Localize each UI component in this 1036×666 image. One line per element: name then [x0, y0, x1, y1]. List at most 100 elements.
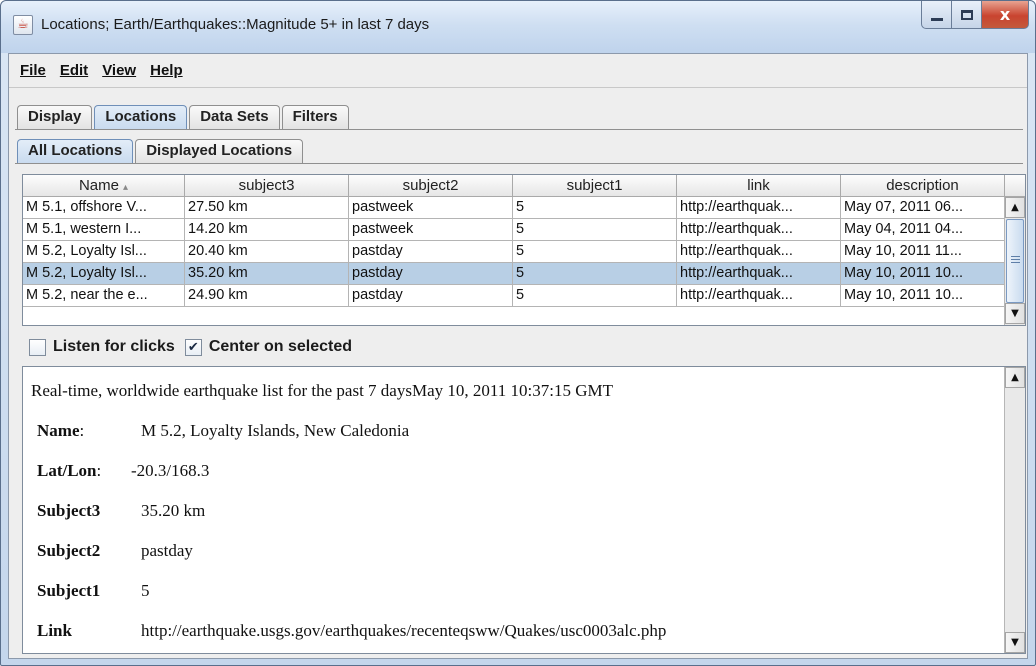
detail-field-subject2: Subject2 pastday [37, 541, 193, 561]
column-header-link[interactable]: link [677, 175, 841, 197]
field-label: Lat/Lon [37, 461, 97, 480]
field-separator: : [79, 421, 85, 440]
location-detail-panel[interactable]: Real-time, worldwide earthquake list for… [22, 366, 1026, 654]
scroll-down-icon: ▼ [1011, 308, 1019, 319]
table-cell-description: May 07, 2011 06... [841, 197, 1005, 219]
grip-line [1011, 259, 1020, 260]
table-cell-subject2: pastweek [349, 219, 513, 241]
column-header-subject3[interactable]: subject3 [185, 175, 349, 197]
table-cell-name: M 5.1, offshore V... [23, 197, 185, 219]
listen-for-clicks-checkbox[interactable]: Listen for clicks [29, 338, 175, 356]
menu-label: File [20, 62, 46, 79]
table-cell-name: M 5.2, Loyalty Isl... [23, 263, 185, 285]
table-cell-subject1: 5 [513, 219, 677, 241]
menu-label: Edit [59, 62, 89, 79]
tab-displayed-locations[interactable]: Displayed Locations [135, 139, 304, 163]
table-scrollbar[interactable]: ▲ ▼ [1004, 197, 1025, 325]
column-header-name[interactable]: Name ▴ [23, 175, 185, 197]
table-row[interactable]: M 5.2, Loyalty Isl... 35.20 km pastday 5 htt… [23, 263, 1005, 285]
table-cell-description: May 10, 2011 10... [841, 285, 1005, 307]
window-title: Locations; Earth/Earthquakes::Magnitude … [41, 16, 430, 33]
scroll-down-button[interactable]: ▼ [1005, 632, 1025, 653]
field-label: Link [37, 621, 72, 640]
field-value: pastday [141, 541, 193, 560]
sub-tab-bar: All Locations Displayed Locations [17, 139, 305, 163]
maximize-button[interactable] [951, 1, 981, 29]
java-app-icon[interactable]: ☕ [13, 15, 33, 35]
column-header-subject1[interactable]: subject1 [513, 175, 677, 197]
table-cell-subject3: 20.40 km [185, 241, 349, 263]
scroll-thumb[interactable] [1006, 219, 1024, 303]
tab-display[interactable]: Display [17, 105, 93, 129]
table-row[interactable]: M 5.2, Loyalty Isl... 20.40 km pastday 5 htt… [23, 241, 1005, 263]
column-header-subject2[interactable]: subject2 [349, 175, 513, 197]
close-button[interactable]: x [981, 1, 1029, 29]
table-cell-subject1: 5 [513, 285, 677, 307]
field-value: -20.3/168.3 [131, 461, 210, 480]
column-header-label: subject3 [238, 177, 295, 194]
application-window: ☕ Locations; Earth/Earthquakes::Magnitud… [0, 0, 1036, 666]
scroll-down-icon: ▼ [1011, 637, 1019, 648]
client-area: File Edit View Help Display Locations Data… [8, 53, 1028, 659]
tab-data-sets[interactable]: Data Sets [189, 105, 280, 129]
table-row[interactable]: M 5.1, offshore V... 27.50 km pastweek 5 htt… [23, 197, 1005, 219]
table-cell-name: M 5.1, western I... [23, 219, 185, 241]
title-bar[interactable]: ☕ Locations; Earth/Earthquakes::Magnitud… [1, 1, 1035, 53]
maximize-icon [960, 9, 973, 20]
menu-help[interactable]: Help [143, 62, 190, 79]
field-value: M 5.2, Loyalty Islands, New Caledonia [141, 421, 410, 440]
tab-filters[interactable]: Filters [281, 105, 349, 129]
table-cell-subject1: 5 [513, 263, 677, 285]
detail-content: Real-time, worldwide earthquake list for… [23, 367, 1003, 653]
detail-headline: Real-time, worldwide earthquake list for… [31, 381, 613, 400]
sort-ascending-icon: ▴ [122, 182, 129, 193]
checkbox-label: Center on selected [208, 338, 352, 355]
table-cell-subject3: 14.20 km [185, 219, 349, 241]
detail-field-lat-lon: Lat/Lon: -20.3/168.3 [37, 461, 209, 481]
menu-edit[interactable]: Edit [53, 62, 95, 79]
checkbox-label: Listen for clicks [53, 338, 175, 355]
menu-view[interactable]: View [95, 62, 143, 79]
column-header-label: Name [78, 177, 119, 194]
menu-bar: File Edit View Help [9, 54, 1027, 88]
window-controls: x [921, 1, 1029, 29]
center-on-selected-checkbox[interactable]: ✔ Center on selected [184, 338, 352, 356]
column-header-label: subject1 [566, 177, 623, 194]
tab-divider [15, 129, 1023, 130]
menu-file[interactable]: File [13, 62, 53, 79]
grip-line [1011, 256, 1020, 257]
minimize-button[interactable] [921, 1, 951, 29]
field-label: Subject2 [37, 541, 101, 560]
table-cell-subject2: pastday [349, 285, 513, 307]
scroll-up-icon: ▲ [1011, 372, 1019, 383]
table-cell-link: http://earthquak... [677, 219, 841, 241]
field-label: Subject3 [37, 501, 101, 520]
table-cell-subject3: 24.90 km [185, 285, 349, 307]
table-cell-subject2: pastweek [349, 197, 513, 219]
scroll-up-icon: ▲ [1011, 202, 1019, 213]
table-cell-subject2: pastday [349, 241, 513, 263]
table-header: Name ▴ subject3 subject2 subject1 link descrip… [23, 175, 1005, 197]
tab-locations[interactable]: Locations [94, 105, 188, 129]
field-label: Name [37, 421, 80, 440]
table-cell-description: May 04, 2011 04... [841, 219, 1005, 241]
locations-table[interactable]: Name ▴ subject3 subject2 subject1 link descrip… [22, 174, 1026, 326]
table-cell-name: M 5.2, near the e... [23, 285, 185, 307]
table-row[interactable]: M 5.2, near the e... 24.90 km pastday 5 http… [23, 285, 1005, 307]
table-row[interactable]: M 5.1, western I... 14.20 km pastweek 5 http… [23, 219, 1005, 241]
column-header-description[interactable]: description [841, 175, 1005, 197]
detail-field-link: Link http://earthquake.usgs.gov/earthquak… [37, 621, 666, 641]
menu-label: Help [150, 62, 183, 79]
scroll-up-button[interactable]: ▲ [1005, 197, 1025, 218]
table-cell-subject1: 5 [513, 241, 677, 263]
table-cell-link: http://earthquak... [677, 241, 841, 263]
scroll-up-button[interactable]: ▲ [1005, 367, 1025, 388]
table-cell-description: May 10, 2011 10... [841, 263, 1005, 285]
checkbox-box[interactable] [29, 338, 46, 356]
table-cell-name: M 5.2, Loyalty Isl... [23, 241, 185, 263]
detail-scrollbar[interactable]: ▲ ▼ [1004, 367, 1025, 653]
tab-all-locations[interactable]: All Locations [17, 139, 134, 163]
checkbox-box[interactable]: ✔ [184, 338, 202, 356]
minimize-icon [930, 18, 943, 21]
scroll-down-button[interactable]: ▼ [1005, 303, 1025, 324]
